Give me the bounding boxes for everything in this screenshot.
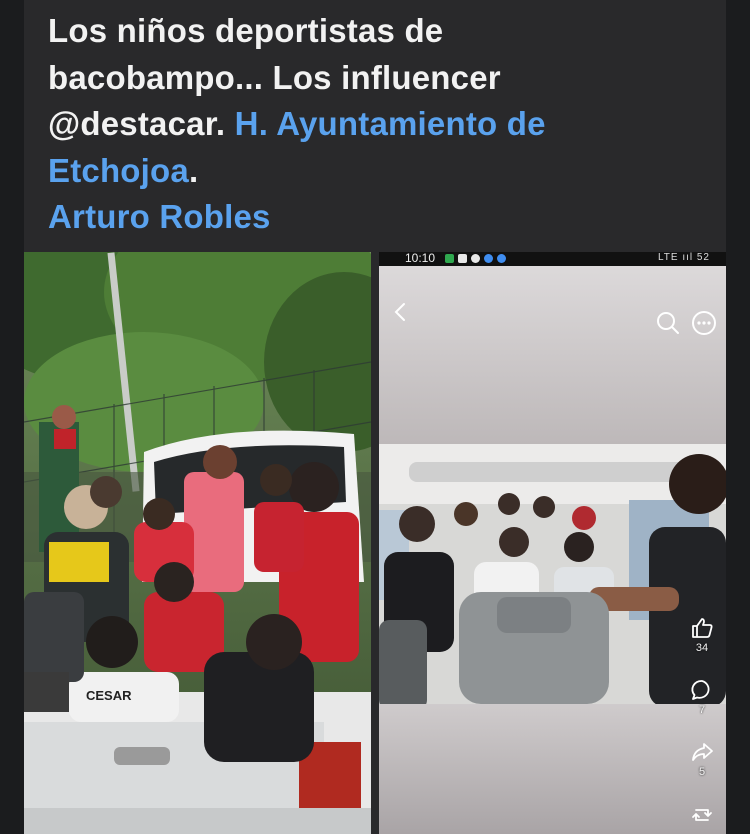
like-count: 34	[695, 642, 709, 654]
post-period: .	[188, 151, 199, 189]
comment-count: 7	[698, 704, 706, 716]
comment-icon	[691, 680, 710, 700]
more-options-icon[interactable]	[691, 310, 717, 336]
chevron-left-icon[interactable]	[391, 300, 411, 324]
repost-icon	[692, 809, 712, 821]
search-icon[interactable]	[655, 310, 681, 336]
reel-overlay: 34 7 5	[379, 266, 726, 834]
status-time: 10:10	[405, 252, 436, 265]
phone-status-bar: 10:10 LTE ııl 52	[379, 252, 726, 266]
post-line-4: Etchojoa.	[48, 148, 708, 195]
post-line-1: Los niños deportistas de	[48, 12, 444, 49]
share-count: 5	[698, 766, 706, 778]
post-mention-text: @destacar.	[48, 105, 235, 142]
mention-link-arturo-robles[interactable]: Arturo Robles	[48, 198, 271, 235]
share-icon	[692, 743, 713, 761]
shirt-text: CESAR	[86, 688, 132, 703]
post-text: Los niños deportistas de bacobampo... Lo…	[48, 8, 708, 241]
post-line-2: bacobampo... Los influencer	[48, 58, 501, 96]
post-line-5: Arturo Robles	[48, 194, 708, 241]
kids-truck-photo-illustration: CESAR	[24, 252, 371, 834]
status-notification-icons	[445, 254, 506, 263]
status-signal-battery: LTE ııl 52	[657, 252, 710, 263]
thumbs-up-icon	[692, 618, 713, 638]
mention-link-etchojoa[interactable]: Etchojoa	[48, 152, 189, 189]
photo-phone-screenshot-van[interactable]: 10:10 LTE ııl 52 34 7 5	[379, 252, 726, 834]
comment-action[interactable]: 7	[679, 678, 725, 740]
remix-action[interactable]	[679, 802, 725, 834]
share-action[interactable]: 5	[679, 740, 725, 802]
like-action[interactable]: 34	[679, 616, 725, 678]
mention-link-ayuntamiento[interactable]: H. Ayuntamiento de	[235, 105, 546, 142]
photo-kids-in-truck[interactable]: CESAR	[24, 252, 371, 834]
post-line-3: @destacar. H. Ayuntamiento de	[48, 101, 708, 148]
reel-side-actions: 34 7 5	[679, 616, 725, 834]
